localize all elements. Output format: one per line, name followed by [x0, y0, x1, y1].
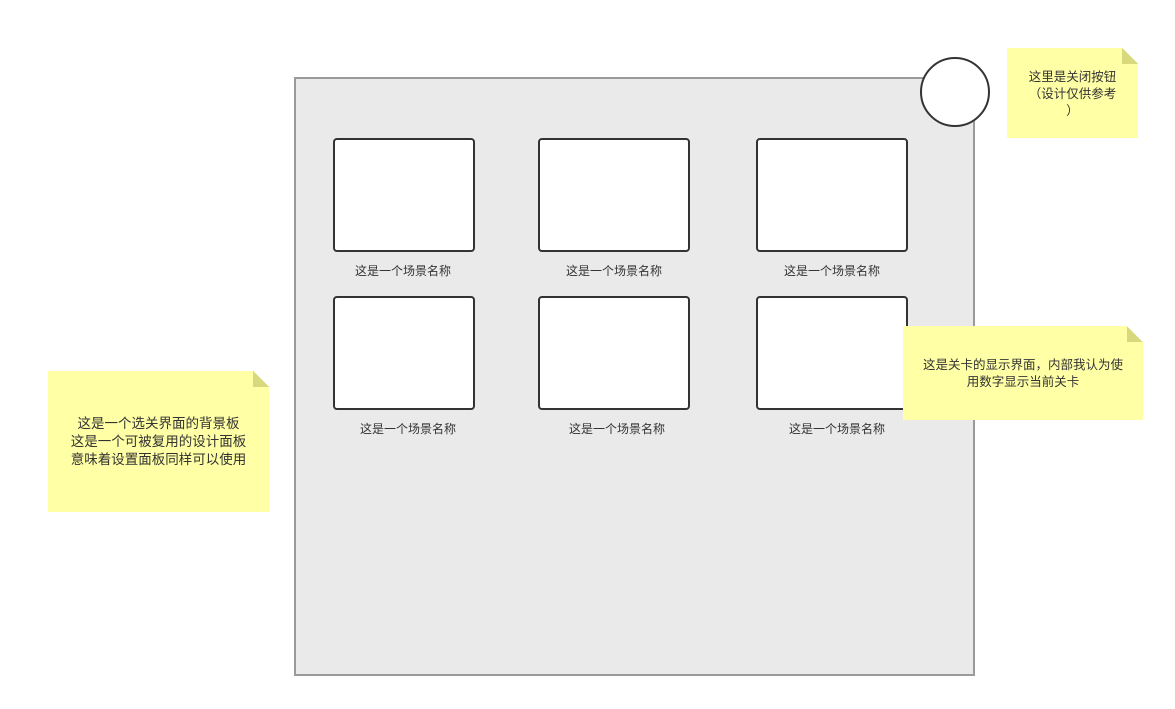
close-button-note: 这里是关闭按钮 （设计仅供参考 ）: [1007, 48, 1138, 138]
background-panel-note-text: 这是一个选关界面的背景板 这是一个可被复用的设计面板 意味着设置面板同样可以使用: [70, 415, 247, 468]
level-name-1: 这是一个场景名称: [355, 264, 452, 278]
level-slot-6[interactable]: [756, 296, 908, 410]
level-display-note: 这是关卡的显示界面，内部我认为使 用数字显示当前关卡: [903, 326, 1143, 420]
level-slot-2[interactable]: [538, 138, 690, 252]
level-slot-1[interactable]: [333, 138, 475, 252]
level-name-5: 这是一个场景名称: [569, 422, 666, 436]
close-button[interactable]: [920, 57, 990, 127]
level-name-6: 这是一个场景名称: [789, 422, 886, 436]
level-slot-5[interactable]: [538, 296, 690, 410]
level-display-note-text: 这是关卡的显示界面，内部我认为使 用数字显示当前关卡: [922, 357, 1123, 389]
level-name-3: 这是一个场景名称: [784, 264, 881, 278]
note-fold-icon: [1122, 48, 1138, 64]
close-button-note-text: 这里是关闭按钮 （设计仅供参考 ）: [1028, 68, 1117, 118]
note-fold-icon: [1127, 326, 1143, 342]
background-panel-note: 这是一个选关界面的背景板 这是一个可被复用的设计面板 意味着设置面板同样可以使用: [48, 371, 269, 512]
level-name-4: 这是一个场景名称: [360, 422, 457, 436]
level-slot-3[interactable]: [756, 138, 908, 252]
level-slot-4[interactable]: [333, 296, 475, 410]
note-fold-icon: [253, 371, 269, 387]
level-name-2: 这是一个场景名称: [566, 264, 663, 278]
